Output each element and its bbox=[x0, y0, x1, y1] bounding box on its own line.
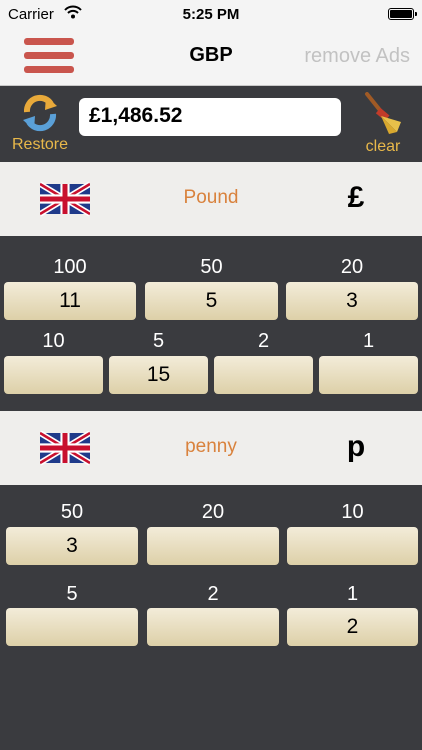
denom-label: 2 bbox=[207, 583, 219, 605]
section-header-pound: Pound £ bbox=[0, 162, 422, 236]
denom-count-button[interactable]: 3 bbox=[286, 282, 418, 320]
denom-label: 20 bbox=[340, 256, 364, 278]
denom-label: 50 bbox=[200, 256, 223, 278]
denom-label: 5 bbox=[66, 583, 78, 605]
status-bar: Carrier 5:25 PM bbox=[0, 0, 422, 30]
denom-count-button[interactable] bbox=[319, 356, 418, 394]
remove-ads-button[interactable]: remove Ads bbox=[304, 45, 410, 68]
denom-count-button[interactable]: 5 bbox=[145, 282, 278, 320]
clock: 5:25 PM bbox=[182, 6, 240, 23]
toolbar: Restore £1,486.52 clear bbox=[0, 86, 422, 162]
denom-label: 50 bbox=[60, 501, 84, 523]
denom-count-button[interactable] bbox=[4, 356, 103, 394]
denom-count-button[interactable] bbox=[147, 527, 279, 565]
denom-count-button[interactable]: 2 bbox=[287, 608, 418, 646]
denom-count-button[interactable] bbox=[287, 527, 418, 565]
denom-count-button[interactable] bbox=[147, 608, 279, 646]
amount-field[interactable]: £1,486.52 bbox=[79, 98, 341, 136]
clear-label: clear bbox=[365, 138, 401, 155]
denom-count-button[interactable] bbox=[6, 608, 138, 646]
denom-label: 10 bbox=[341, 501, 364, 523]
denom-label: 20 bbox=[201, 501, 225, 523]
denom-label: 1 bbox=[346, 583, 359, 605]
nav-bar: GBP remove Ads bbox=[0, 30, 422, 86]
denom-label: 2 bbox=[257, 330, 270, 352]
denom-count-button[interactable]: 11 bbox=[4, 282, 136, 320]
clear-button[interactable]: clear bbox=[352, 92, 414, 160]
refresh-icon bbox=[4, 92, 76, 134]
denom-count-button[interactable] bbox=[214, 356, 313, 394]
denom-count-button[interactable]: 3 bbox=[6, 527, 138, 565]
section-header-penny: penny p bbox=[0, 411, 422, 485]
denom-label: 1 bbox=[362, 330, 375, 352]
denom-label: 10 bbox=[42, 330, 65, 352]
restore-button[interactable]: Restore bbox=[4, 92, 76, 160]
broom-icon bbox=[352, 92, 414, 136]
denom-label: 100 bbox=[53, 256, 87, 278]
battery-icon bbox=[388, 8, 417, 20]
denom-count-button[interactable]: 15 bbox=[109, 356, 208, 394]
denom-label: 5 bbox=[152, 330, 165, 352]
restore-label: Restore bbox=[11, 136, 69, 153]
unit-symbol-pound: £ bbox=[347, 181, 365, 214]
unit-symbol-penny: p bbox=[346, 430, 366, 463]
